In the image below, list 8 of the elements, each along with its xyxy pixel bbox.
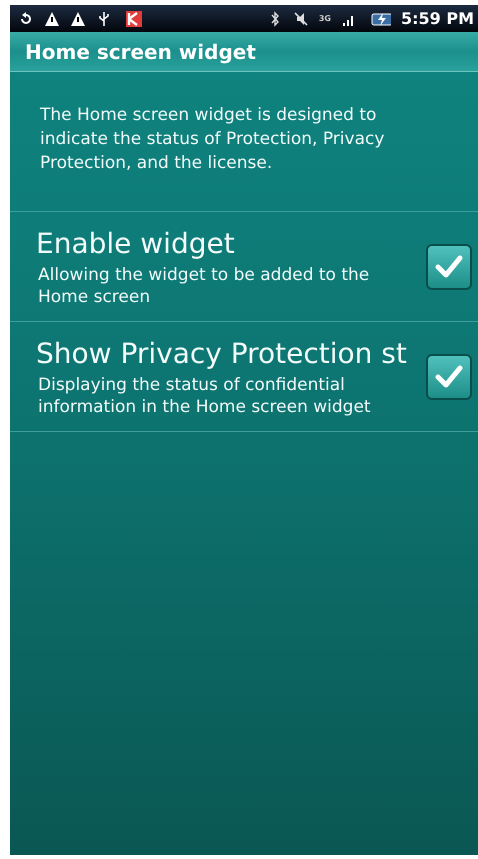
setting-summary: Displaying the status of confidential information in the Home screen widget: [37, 374, 372, 418]
setting-title: Enable widget: [36, 226, 236, 262]
network-type: 3G: [318, 14, 331, 22]
description-text: The Home screen widget is designed to indicate the status of Protection, Privacy Protection, and the license.: [10, 72, 478, 212]
setting-title: Show Privacy Protection st: [36, 336, 408, 372]
setting-summary: Allowing the widget to be added to the Home screen: [37, 264, 370, 308]
screen-title: Home screen widget: [25, 40, 256, 64]
clock-time: 5:59 PM: [400, 9, 474, 28]
